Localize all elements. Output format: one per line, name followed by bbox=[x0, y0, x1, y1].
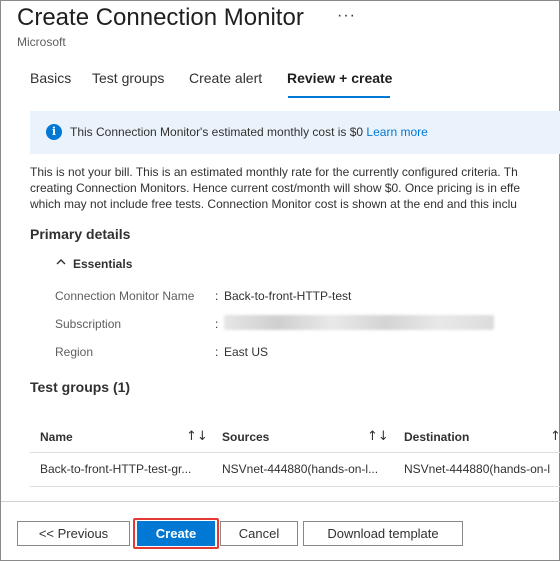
table-row[interactable]: Back-to-front-HTTP-test-gr... NSVnet-444… bbox=[30, 453, 560, 487]
more-options-icon[interactable]: ··· bbox=[337, 7, 356, 25]
column-header-name[interactable]: Name bbox=[40, 430, 73, 444]
field-label: Subscription bbox=[55, 317, 122, 331]
info-message: This Connection Monitor's estimated mont… bbox=[70, 125, 367, 139]
field-label: Connection Monitor Name bbox=[55, 289, 195, 303]
tab-test-groups[interactable]: Test groups bbox=[92, 70, 164, 86]
essentials-toggle[interactable]: Essentials bbox=[55, 256, 132, 271]
connection-monitor-name-value: Back-to-front-HTTP-test bbox=[224, 289, 352, 303]
chevron-up-icon bbox=[56, 259, 66, 265]
page-subtitle: Microsoft bbox=[17, 35, 66, 49]
field-label: Region bbox=[55, 345, 94, 359]
cost-description-line: creating Connection Monitors. Hence curr… bbox=[30, 181, 521, 195]
table-header-row: Name ↑↓ Sources ↑↓ Destination ↑↓ bbox=[30, 421, 560, 453]
sort-icon[interactable]: ↑↓ bbox=[550, 429, 560, 444]
cost-description: This is not your bill. This is an estima… bbox=[30, 164, 560, 212]
info-icon: i bbox=[46, 124, 62, 140]
field-separator: : bbox=[215, 317, 219, 331]
test-group-name-cell[interactable]: Back-to-front-HTTP-test-gr... bbox=[40, 462, 218, 476]
column-header-destination[interactable]: Destination bbox=[404, 430, 469, 444]
download-template-button[interactable]: Download template bbox=[303, 521, 463, 546]
cost-description-line: This is not your bill. This is an estima… bbox=[30, 165, 518, 179]
info-banner: i This Connection Monitor's estimated mo… bbox=[30, 111, 560, 154]
active-tab-indicator bbox=[288, 96, 390, 98]
destination-cell: NSVnet-444880(hands-on-l bbox=[404, 462, 551, 476]
test-groups-heading: Test groups (1) bbox=[30, 379, 131, 395]
tab-create-alert[interactable]: Create alert bbox=[189, 70, 262, 86]
sort-icon[interactable]: ↑↓ bbox=[186, 429, 208, 444]
cancel-button[interactable]: Cancel bbox=[220, 521, 298, 546]
page-title: Create Connection Monitor bbox=[17, 4, 304, 31]
field-separator: : bbox=[215, 289, 219, 303]
footer-divider bbox=[1, 501, 560, 502]
tab-review-create[interactable]: Review + create bbox=[287, 70, 392, 86]
sources-cell: NSVnet-444880(hands-on-l... bbox=[222, 462, 379, 476]
column-header-sources[interactable]: Sources bbox=[222, 430, 269, 444]
tab-basics[interactable]: Basics bbox=[30, 70, 71, 86]
info-banner-text: This Connection Monitor's estimated mont… bbox=[70, 125, 428, 139]
create-button[interactable]: Create bbox=[137, 521, 215, 546]
test-groups-table: Name ↑↓ Sources ↑↓ Destination ↑↓ Back-t… bbox=[30, 421, 560, 487]
primary-details-heading: Primary details bbox=[30, 226, 131, 242]
field-separator: : bbox=[215, 345, 219, 359]
subscription-value-redacted bbox=[224, 315, 494, 330]
essentials-label: Essentials bbox=[73, 257, 133, 271]
region-value: East US bbox=[224, 345, 269, 359]
sort-icon[interactable]: ↑↓ bbox=[367, 429, 389, 444]
learn-more-link[interactable]: Learn more bbox=[366, 125, 427, 139]
cost-description-line: which may not include free tests. Connec… bbox=[30, 197, 517, 211]
previous-button[interactable]: << Previous bbox=[17, 521, 130, 546]
